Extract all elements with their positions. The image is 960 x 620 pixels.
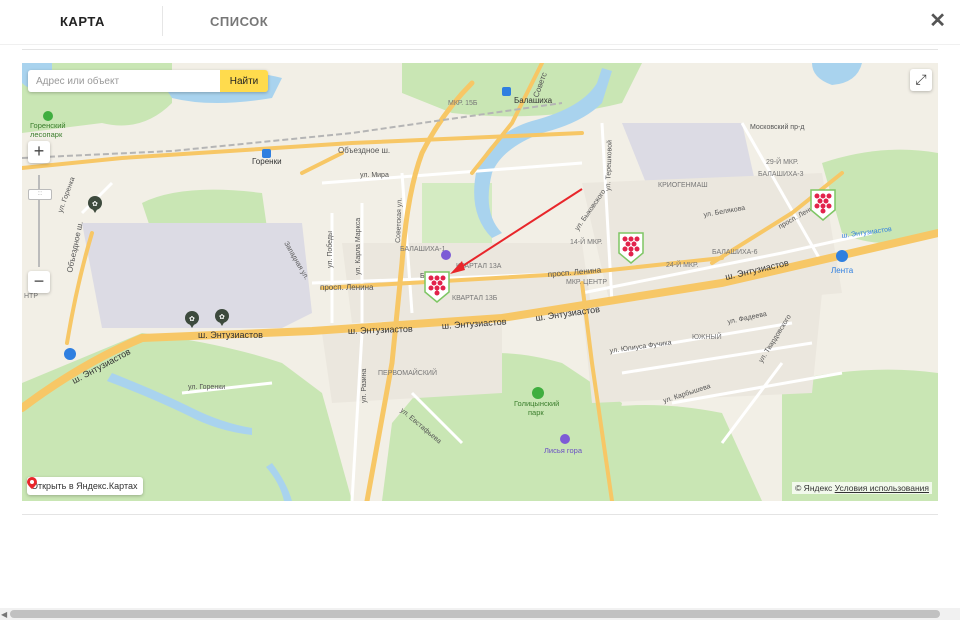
svg-text:✿: ✿ <box>92 201 98 208</box>
svg-text:✿: ✿ <box>189 316 195 323</box>
shop-icon <box>836 250 848 262</box>
map-label: ЮЖНЫЙ <box>692 332 722 341</box>
map-label: Лента <box>831 266 854 275</box>
map-label: Горенки <box>252 157 282 166</box>
tab-map[interactable]: КАРТА <box>60 14 105 29</box>
bus-station-icon <box>64 348 76 360</box>
map-canvas[interactable]: Горенский лесопарк Горенки Балашиха МКР.… <box>22 63 938 501</box>
map-label: Голицынский <box>514 399 559 408</box>
zoom-out-button[interactable]: − <box>28 271 50 293</box>
landmark-icon <box>560 434 570 444</box>
map-label: БАЛАШИХА-1 <box>400 246 446 253</box>
map-label: КРИОГЕНМАШ <box>658 182 708 189</box>
map-label: БАЛАШИХА-6 <box>712 249 758 256</box>
fullscreen-icon[interactable]: ⤢ <box>910 69 932 91</box>
park-icon <box>43 111 53 121</box>
map-label: 14-Й МКР. <box>570 237 602 246</box>
map-label: просп. Ленина <box>320 283 374 292</box>
map-label: ул. Победы <box>326 231 334 268</box>
top-divider <box>22 49 938 50</box>
industrial-area <box>82 223 312 328</box>
zoom-in-button[interactable]: + <box>28 141 50 163</box>
tab-divider <box>162 6 163 36</box>
close-icon[interactable]: ✕ <box>929 8 946 33</box>
tab-bar: КАРТА СПИСОК ✕ <box>0 0 960 45</box>
svg-text:✿: ✿ <box>219 314 225 321</box>
map-label: ПЕРВОМАЙСКИЙ <box>378 368 437 377</box>
map-label: лесопарк <box>30 130 63 139</box>
bottom-divider <box>22 514 938 515</box>
park-icon <box>532 387 544 399</box>
map-label: МКР. ЦЕНТР <box>566 279 607 286</box>
map-label: ул. Горенки <box>188 384 225 391</box>
zoom-slider-handle[interactable]: ::: <box>28 189 52 200</box>
address-search-input[interactable] <box>28 70 220 92</box>
landmark-icon <box>441 250 451 260</box>
open-in-yandex-button[interactable]: Открыть в Яндекс.Картах <box>27 477 144 495</box>
open-in-yandex-label: Открыть в Яндекс.Картах <box>31 481 138 491</box>
map-label: КВАРТАЛ 13Б <box>452 295 498 302</box>
map-label: ул. Мира <box>360 172 389 179</box>
map-label: Горенский <box>30 121 66 130</box>
map-label: ул. Разина <box>361 368 368 403</box>
train-station-icon <box>502 87 511 96</box>
map-container[interactable]: Горенский лесопарк Горенки Балашиха МКР.… <box>22 63 938 501</box>
horizontal-scrollbar[interactable]: ◀ <box>0 608 960 620</box>
map-label: парк <box>528 408 544 417</box>
map-label: Лисья гора <box>544 446 583 455</box>
map-search: Найти <box>28 70 268 92</box>
map-label: ш. Энтузиастов <box>198 330 263 340</box>
map-label: ул. Карла Маркса <box>355 218 362 275</box>
terms-link[interactable]: Условия использования <box>835 483 929 493</box>
search-button[interactable]: Найти <box>220 70 268 92</box>
copyright-text: © Яндекс <box>795 483 833 493</box>
location-pin-icon <box>27 477 37 489</box>
tab-list[interactable]: СПИСОК <box>210 14 268 29</box>
map-label: Московский пр-д <box>750 123 804 131</box>
map-label: МКР. 15Б <box>448 100 478 107</box>
map-label: Балашиха <box>514 96 553 105</box>
map-label: 24-Й МКР. <box>666 260 698 269</box>
scrollbar-thumb[interactable] <box>10 610 940 618</box>
map-label: НТР <box>24 293 38 300</box>
map-label: БАЛАШИХА-3 <box>758 171 804 178</box>
map-label: Объездное ш. <box>338 146 390 155</box>
map-label: 29-Й МКР. <box>766 157 798 166</box>
scroll-left-arrow-icon[interactable]: ◀ <box>1 610 7 619</box>
train-station-icon <box>262 149 271 158</box>
map-copyright: © Яндекс Условия использования <box>792 482 932 494</box>
